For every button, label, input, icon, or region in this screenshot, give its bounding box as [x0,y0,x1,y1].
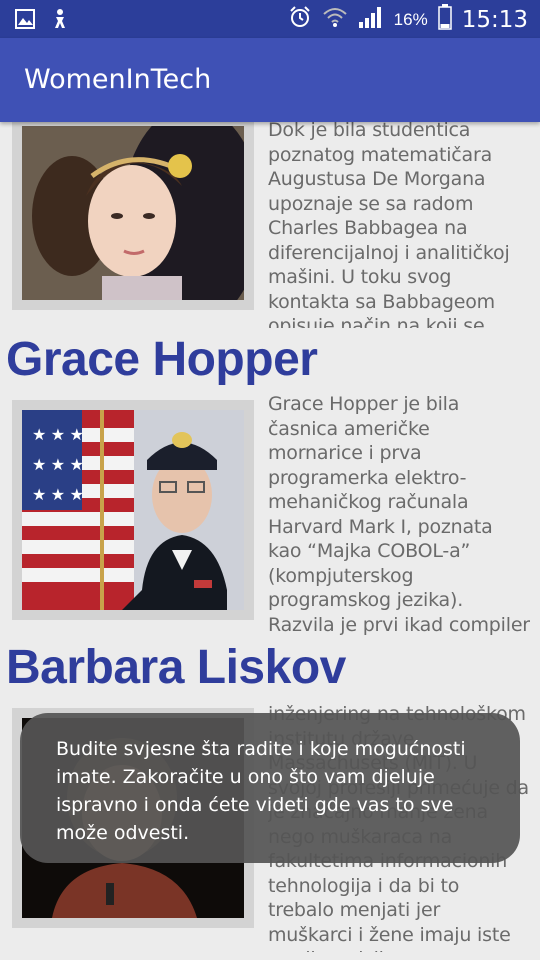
image-icon [14,8,36,35]
status-bar: 16% 15:13 [0,0,540,38]
portrait-frame: ★ ★ ★ ★ ★ ★ ★ ★ ★ [12,400,254,620]
person-name: Barbara Liskov [6,641,346,694]
app-title: WomenInTech [24,64,212,95]
clock: 15:13 [461,6,528,33]
battery-percent: 16% [393,9,428,29]
wifi-icon [322,6,348,33]
ada-lovelace-portrait [22,126,244,300]
grace-hopper-portrait: ★ ★ ★ ★ ★ ★ ★ ★ ★ [22,410,244,610]
signal-icon [358,5,384,34]
app-bar: WomenInTech [0,38,540,122]
svg-text:★ ★ ★: ★ ★ ★ [32,427,84,444]
person-name: Grace Hopper [6,333,318,386]
bio-text: Dok je bila studentica poznatog matemati… [268,122,510,328]
battery-icon [437,4,452,35]
svg-text:★ ★ ★: ★ ★ ★ [32,487,84,504]
accessibility-icon [50,8,70,35]
portrait-frame [12,122,254,310]
toast-message: Budite svjesne šta radite i koje mogućno… [20,713,520,863]
svg-text:★ ★ ★: ★ ★ ★ [32,457,84,474]
bio-text: Grace Hopper je bila časnica američke mo… [268,393,530,636]
alarm-icon [288,5,312,34]
